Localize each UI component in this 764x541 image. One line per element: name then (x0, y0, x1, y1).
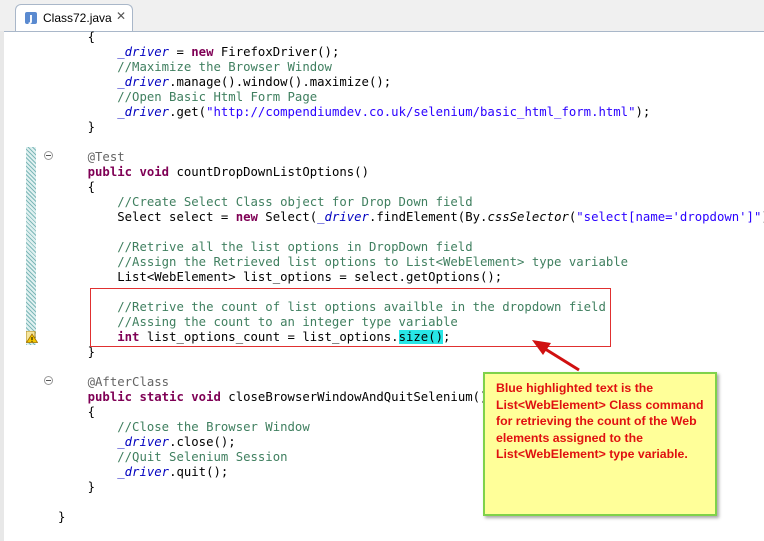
annotation-note: Blue highlighted text is the List<WebEle… (483, 372, 717, 516)
annotation-note-text: Blue highlighted text is the List<WebEle… (496, 381, 704, 461)
